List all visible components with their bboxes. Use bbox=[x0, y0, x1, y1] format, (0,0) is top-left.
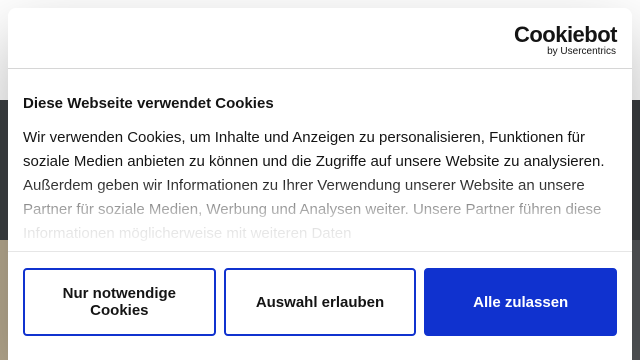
dialog-header: Cookiebot by Usercentrics bbox=[8, 8, 632, 69]
accept-all-button[interactable]: Alle zulassen bbox=[424, 268, 618, 336]
allow-selection-button[interactable]: Auswahl erlauben bbox=[223, 268, 417, 336]
cookiebot-logo[interactable]: Cookiebot by Usercentrics bbox=[513, 22, 618, 61]
dialog-button-group: Nur notwendige Cookies Auswahl erlauben … bbox=[23, 268, 618, 336]
necessary-cookies-button[interactable]: Nur notwendige Cookies bbox=[23, 268, 216, 336]
footer-divider bbox=[8, 251, 632, 252]
dialog-content[interactable]: Diese Webseite verwendet Cookies Wir ver… bbox=[23, 94, 619, 254]
cookie-consent-dialog: Cookiebot by Usercentrics Diese Webseite… bbox=[8, 8, 632, 360]
dialog-body-text: Wir verwenden Cookies, um Inhalte und An… bbox=[23, 129, 605, 242]
dialog-title: Diese Webseite verwendet Cookies bbox=[23, 95, 274, 112]
logo-subtext: by Usercentrics bbox=[547, 46, 616, 57]
logo-wordmark: Cookiebot bbox=[513, 22, 618, 47]
